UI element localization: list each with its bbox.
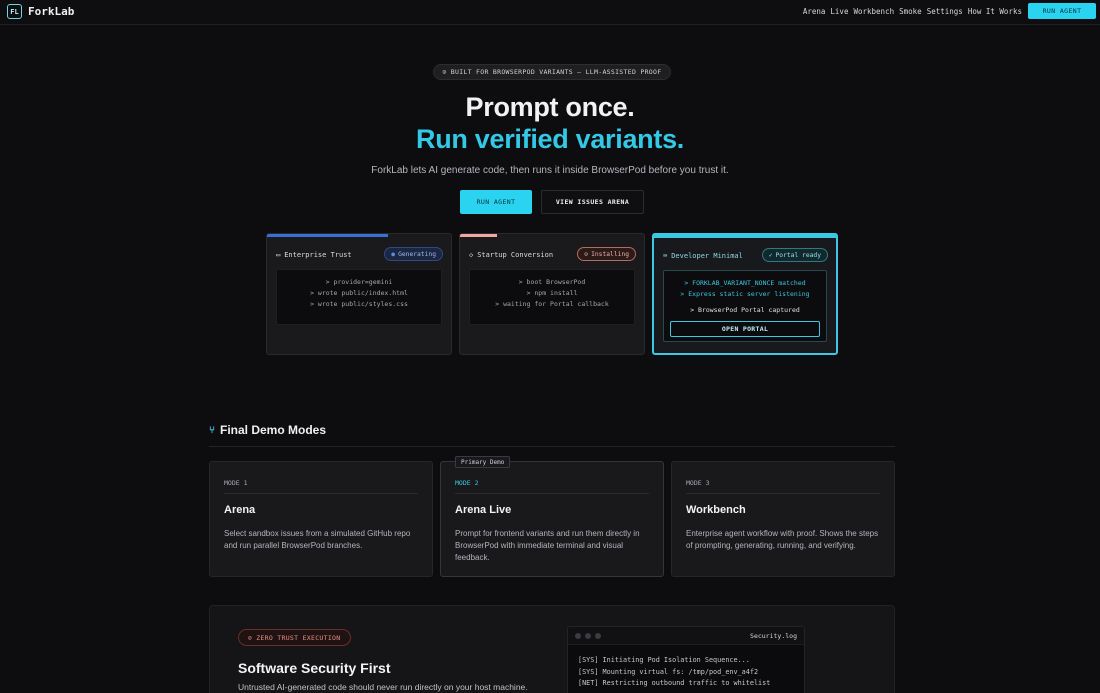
run-agent-button[interactable]: RUN AGENT bbox=[460, 190, 532, 214]
zero-trust-badge-text: ZERO TRUST EXECUTION bbox=[256, 633, 341, 642]
mode-label: MODE 2 bbox=[455, 479, 479, 487]
variant-progress-bar bbox=[267, 234, 389, 237]
mode-description: Prompt for frontend variants and run the… bbox=[455, 529, 640, 562]
hero-subtitle: ForkLab lets AI generate code, then runs… bbox=[371, 165, 729, 176]
log-window-titlebar: Security.log bbox=[568, 627, 804, 645]
nav-link-settings[interactable]: Settings bbox=[927, 7, 963, 16]
terminal-line: > FORKLAB_VARIANT_NONCE matched bbox=[684, 279, 806, 287]
log-line: [NET] Restricting outbound traffic to wh… bbox=[578, 679, 771, 687]
terminal-line: > Express static server listening bbox=[680, 290, 810, 298]
nav-link-how-it-works[interactable]: How It Works bbox=[968, 7, 1022, 16]
logo-text: ForkLab bbox=[28, 5, 75, 18]
terminal-line-captured: > BrowserPod Portal captured bbox=[690, 306, 800, 314]
status-text: Generating bbox=[398, 250, 436, 258]
nav-links: Arena Live Workbench Smoke Settings How … bbox=[803, 7, 1022, 16]
status-badge: ⊙ Installing bbox=[577, 247, 636, 261]
terminal-line: > boot BrowserPod bbox=[518, 278, 586, 286]
variant-card-startup-conversion[interactable]: ◇ Startup Conversion ⊙ Installing > boot… bbox=[459, 233, 645, 355]
mode-card-arena-live[interactable]: MODE 2 Arena Live Prompt for frontend va… bbox=[440, 461, 664, 577]
shield-icon: ⊘ bbox=[248, 633, 253, 642]
target-icon: ⊙ bbox=[442, 68, 447, 76]
terminal-line: > wrote public/index.html bbox=[310, 289, 408, 297]
mode-label: MODE 3 bbox=[686, 479, 710, 487]
variant-terminal: > boot BrowserPod > npm install > waitin… bbox=[469, 269, 635, 325]
logo[interactable]: FL ForkLab bbox=[7, 4, 74, 19]
dot-icon: ● bbox=[391, 250, 396, 258]
mode-title: Arena Live bbox=[455, 504, 512, 516]
keyboard-icon: ⌨ bbox=[663, 252, 668, 260]
variant-terminal: > provider=gemini > wrote public/index.h… bbox=[276, 269, 442, 325]
primary-demo-tag: Primary Demo bbox=[455, 456, 511, 468]
status-badge: ● Generating bbox=[384, 247, 443, 261]
view-issues-arena-button[interactable]: VIEW ISSUES ARENA bbox=[541, 190, 644, 214]
status-text: Portal ready bbox=[775, 251, 822, 259]
security-title: Software Security First bbox=[238, 660, 391, 676]
nav-run-agent-button[interactable]: RUN AGENT bbox=[1028, 3, 1096, 19]
log-lines: [SYS] Initiating Pod Isolation Sequence.… bbox=[568, 645, 804, 693]
nav-link-arena[interactable]: Arena bbox=[803, 7, 826, 16]
terminal-line: > provider=gemini bbox=[325, 278, 393, 286]
open-portal-button[interactable]: OPEN PORTAL bbox=[670, 321, 820, 337]
variant-title-text: Startup Conversion bbox=[477, 251, 554, 259]
window-dot-icon bbox=[575, 633, 581, 639]
variant-title-text: Developer Minimal bbox=[671, 252, 743, 260]
hero-title-line2: Run verified variants. bbox=[416, 124, 684, 154]
variant-progress-bar bbox=[460, 234, 497, 237]
mode-card-workbench[interactable]: MODE 3 Workbench Enterprise agent workfl… bbox=[671, 461, 895, 577]
terminal-line: > waiting for Portal callback bbox=[495, 300, 609, 308]
security-description: Untrusted AI-generated code should never… bbox=[238, 682, 528, 692]
window-dot-icon bbox=[595, 633, 601, 639]
mode-title: Arena bbox=[224, 504, 256, 516]
hero-badge: ⊙ BUILT FOR BROWSERPOD VARIANTS — LLM-AS… bbox=[433, 64, 671, 80]
variant-title: ⌨ Developer Minimal bbox=[663, 252, 743, 260]
variant-title: ▭ Enterprise Trust bbox=[276, 251, 352, 259]
mode-description: Enterprise agent workflow with proof. Sh… bbox=[686, 529, 879, 550]
log-file-name: Security.log bbox=[750, 632, 797, 640]
variant-title: ◇ Startup Conversion bbox=[469, 251, 553, 259]
status-badge: ✓ Portal ready bbox=[761, 248, 828, 262]
log-line: [SYS] Mounting virtual fs: /tmp/pod_env_… bbox=[578, 667, 759, 676]
window-dot-icon bbox=[585, 633, 591, 639]
mode-description: Select sandbox issues from a simulated G… bbox=[224, 529, 411, 550]
logo-badge-icon: FL bbox=[7, 4, 22, 19]
check-icon: ✓ bbox=[768, 251, 773, 259]
variant-card-enterprise-trust[interactable]: ▭ Enterprise Trust ● Generating > provid… bbox=[266, 233, 452, 355]
top-nav: FL ForkLab Arena Live Workbench Smoke Se… bbox=[0, 0, 1100, 25]
section-title-demo-modes: ⑂ Final Demo Modes bbox=[209, 423, 326, 437]
log-line: [SYS] Initiating Pod Isolation Sequence.… bbox=[578, 656, 750, 664]
mode-divider bbox=[224, 493, 418, 494]
diamond-icon: ◇ bbox=[469, 251, 474, 259]
spinner-icon: ⊙ bbox=[584, 250, 589, 258]
variant-card-developer-minimal[interactable]: ⌨ Developer Minimal ✓ Portal ready > FOR… bbox=[652, 233, 838, 355]
status-text: Installing bbox=[591, 250, 629, 258]
monitor-icon: ▭ bbox=[276, 251, 281, 259]
branch-icon: ⑂ bbox=[209, 424, 215, 436]
hero-badge-text: BUILT FOR BROWSERPOD VARIANTS — LLM-ASSI… bbox=[450, 68, 662, 76]
mode-divider bbox=[455, 493, 649, 494]
zero-trust-badge: ⊘ ZERO TRUST EXECUTION bbox=[238, 629, 351, 646]
nav-link-smoke[interactable]: Smoke bbox=[899, 7, 922, 16]
hero-title-line1: Prompt once. bbox=[465, 92, 635, 122]
mode-label: MODE 1 bbox=[224, 479, 248, 487]
mode-divider bbox=[686, 493, 880, 494]
security-log-window: Security.log [SYS] Initiating Pod Isolat… bbox=[567, 626, 805, 693]
nav-link-live[interactable]: Live bbox=[830, 7, 848, 16]
variant-terminal: > FORKLAB_VARIANT_NONCE matched > Expres… bbox=[663, 270, 827, 342]
mode-title: Workbench bbox=[686, 504, 746, 516]
nav-link-workbench[interactable]: Workbench bbox=[853, 7, 894, 16]
terminal-line: > npm install bbox=[526, 289, 578, 297]
variant-progress-bar bbox=[654, 235, 836, 238]
terminal-line: > wrote public/styles.css bbox=[310, 300, 408, 308]
section-divider bbox=[209, 446, 895, 447]
variant-title-text: Enterprise Trust bbox=[284, 251, 352, 259]
mode-card-arena[interactable]: MODE 1 Arena Select sandbox issues from … bbox=[209, 461, 433, 577]
section-title-text: Final Demo Modes bbox=[220, 423, 327, 437]
